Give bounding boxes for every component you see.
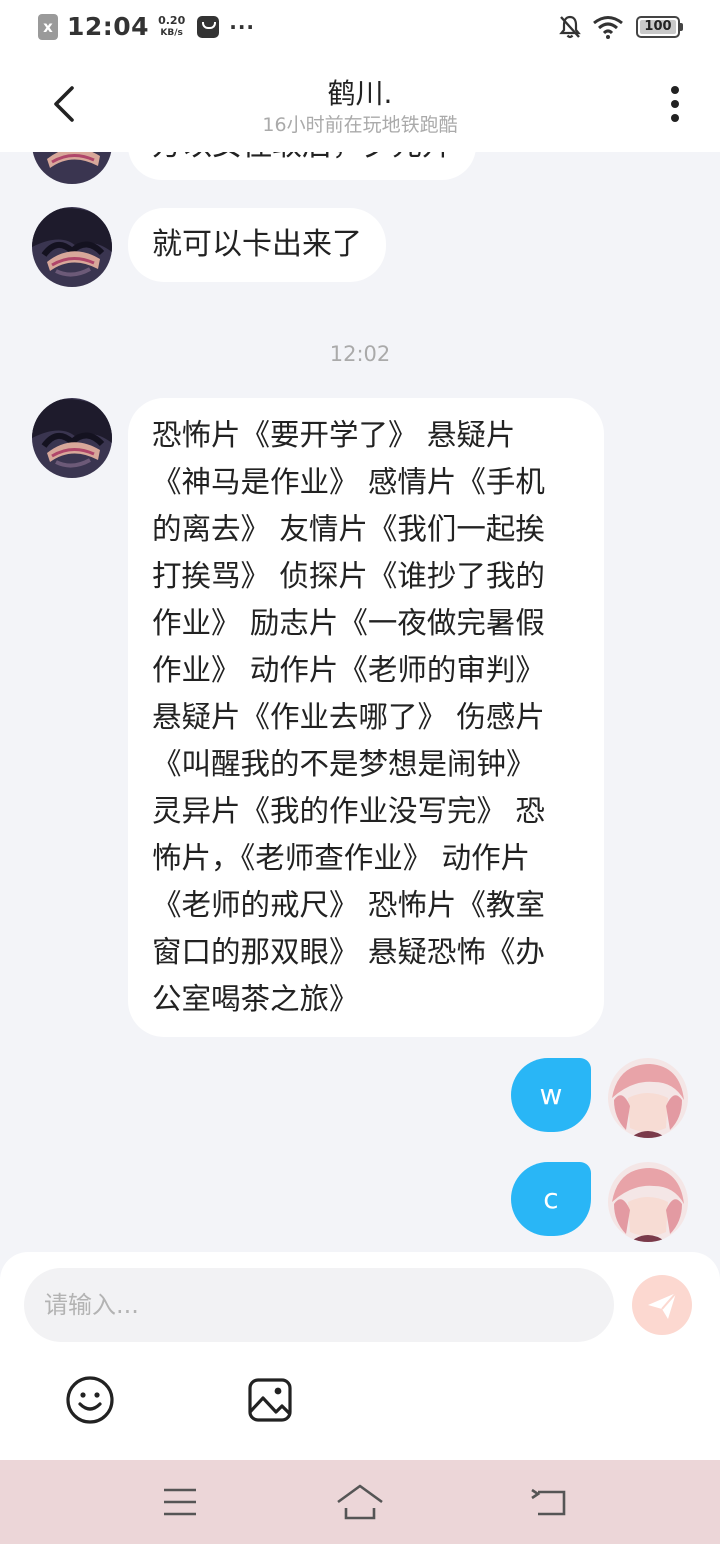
message-text: c bbox=[543, 1182, 559, 1215]
message-bubble[interactable]: 就可以卡出来了 bbox=[128, 208, 386, 282]
outgoing-message-bubble[interactable]: c bbox=[511, 1162, 591, 1236]
battery-level: 100 bbox=[644, 19, 672, 34]
message-text: w bbox=[539, 1078, 563, 1111]
message-line: 的离去》 友情片《我们一起挨 bbox=[152, 512, 545, 546]
network-speed: 0.20 KB/s bbox=[158, 13, 186, 39]
chat-header: 鹤川. 16小时前在玩地铁跑酷 bbox=[0, 56, 720, 152]
message-text: 方以女住取后，夕元升 bbox=[152, 152, 452, 163]
avatar[interactable] bbox=[32, 207, 112, 287]
message-line: 《叫醒我的不是梦想是闹钟》 bbox=[152, 747, 536, 781]
self-avatar[interactable] bbox=[608, 1162, 688, 1242]
menu-icon[interactable] bbox=[160, 1484, 200, 1520]
system-nav-bar bbox=[0, 1460, 720, 1544]
avatar[interactable] bbox=[32, 398, 112, 478]
battery-icon: 100 bbox=[636, 16, 683, 38]
emoji-icon[interactable] bbox=[64, 1374, 116, 1426]
home-icon[interactable] bbox=[334, 1480, 386, 1524]
message-line: 公室喝茶之旅》 bbox=[152, 982, 359, 1016]
message-line: 窗口的那双眼》 悬疑恐怖《办 bbox=[152, 935, 545, 969]
contact-name: 鹤川. bbox=[327, 77, 393, 110]
status-time: 12:04 bbox=[67, 12, 150, 41]
message-bubble-long[interactable]: 恐怖片《要开学了》 悬疑片 《神马是作业》 感情片《手机 的离去》 友情片《我们… bbox=[128, 398, 604, 1037]
more-notifications-icon: ··· bbox=[229, 14, 256, 39]
message-notification-icon bbox=[197, 15, 220, 38]
contact-status: 16小时前在玩地铁跑酷 bbox=[262, 114, 458, 136]
outgoing-message-bubble[interactable]: w bbox=[511, 1058, 591, 1132]
close-notification-icon: x bbox=[38, 13, 58, 40]
silent-bell-icon bbox=[559, 15, 581, 39]
message-line: 《神马是作业》 感情片《手机 bbox=[152, 465, 545, 499]
message-line: 怖片，《老师查作业》 动作片 bbox=[152, 841, 531, 875]
self-avatar[interactable] bbox=[608, 1058, 688, 1138]
message-line: 作业》 励志片《一夜做完暑假 bbox=[152, 606, 545, 640]
avatar[interactable] bbox=[32, 152, 112, 184]
message-line: 作业》 动作片《老师的审判》 bbox=[152, 653, 545, 687]
wifi-icon bbox=[593, 16, 623, 39]
status-bar: x 12:04 0.20 KB/s ··· 100 bbox=[0, 0, 720, 56]
more-vertical-icon[interactable] bbox=[660, 84, 690, 124]
message-text: 就可以卡出来了 bbox=[152, 227, 362, 262]
network-speed-unit: KB/s bbox=[160, 27, 183, 38]
message-bubble[interactable]: 方以女住取后，夕元升 bbox=[128, 152, 476, 180]
time-divider: 12:02 bbox=[329, 342, 391, 366]
network-speed-value: 0.20 bbox=[158, 13, 186, 27]
input-panel bbox=[0, 1252, 720, 1460]
chat-messages[interactable]: 方以女住取后，夕元升 就可以卡出来了 12:02 恐怖片《要开学了》 悬疑片 《… bbox=[0, 152, 720, 1252]
message-line: 《老师的戒尺》 恐怖片《教室 bbox=[152, 888, 545, 922]
back-nav-icon[interactable] bbox=[528, 1482, 572, 1522]
message-line: 灵异片《我的作业没写完》 恐 bbox=[152, 794, 545, 828]
message-line: 打挨骂》 侦探片《谁抄了我的 bbox=[152, 559, 545, 593]
message-line: 悬疑片《作业去哪了》 伤感片 bbox=[152, 700, 545, 734]
send-icon bbox=[648, 1292, 677, 1319]
message-line: 恐怖片《要开学了》 悬疑片 bbox=[152, 418, 516, 452]
send-button[interactable] bbox=[632, 1275, 692, 1335]
image-icon[interactable] bbox=[246, 1376, 294, 1424]
message-input[interactable] bbox=[24, 1268, 614, 1342]
